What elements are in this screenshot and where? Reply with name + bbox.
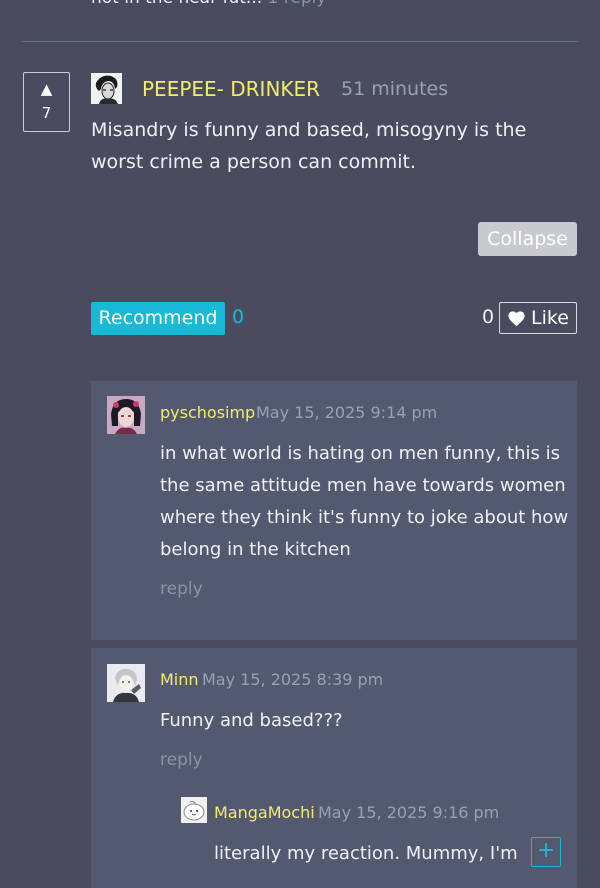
reply-author[interactable]: pyschosimp (160, 403, 255, 422)
avatar[interactable] (91, 73, 122, 104)
previous-comment-fragment: not in the near fut... 1 reply (91, 0, 326, 8)
reply-date: May 15, 2025 8:39 pm (202, 670, 384, 689)
reply-body: literally my reaction. Mummy, I'm (214, 843, 518, 864)
comment-time: 51 minutes (341, 78, 449, 100)
comment-body: Misandry is funny and based, misogyny is… (91, 119, 527, 173)
avatar[interactable] (181, 797, 207, 823)
vote-box[interactable]: ▲ 7 (23, 72, 70, 132)
vote-count: 7 (41, 104, 52, 122)
comment-divider (22, 41, 578, 42)
previous-reply-count[interactable]: 1 reply (268, 0, 327, 8)
reply-author[interactable]: MangaMochi (214, 803, 315, 822)
comment-author[interactable]: PEEPEE- DRINKER (142, 77, 320, 101)
reply-date: May 15, 2025 9:14 pm (256, 403, 438, 422)
heart-icon (508, 310, 525, 326)
like-button[interactable]: Like (499, 302, 577, 334)
reply-author[interactable]: Minn (160, 670, 199, 689)
reply-link[interactable]: reply (160, 579, 203, 599)
reply-body: Funny and based??? (160, 710, 343, 731)
reply-date: May 15, 2025 9:16 pm (318, 803, 500, 822)
recommend-count: 0 (232, 306, 245, 328)
expand-plus-icon[interactable]: + (531, 837, 561, 867)
reply-link[interactable]: reply (160, 750, 203, 770)
like-label: Like (531, 307, 569, 329)
upvote-icon[interactable]: ▲ (41, 81, 53, 97)
collapse-button[interactable]: Collapse (478, 222, 577, 256)
previous-comment-text: not in the near fut... (91, 0, 262, 8)
reply-body: in what world is hating on men funny, th… (160, 443, 569, 560)
recommend-button[interactable]: Recommend (91, 302, 225, 335)
like-count: 0 (482, 306, 495, 328)
avatar[interactable] (107, 396, 145, 434)
avatar[interactable] (107, 664, 145, 702)
